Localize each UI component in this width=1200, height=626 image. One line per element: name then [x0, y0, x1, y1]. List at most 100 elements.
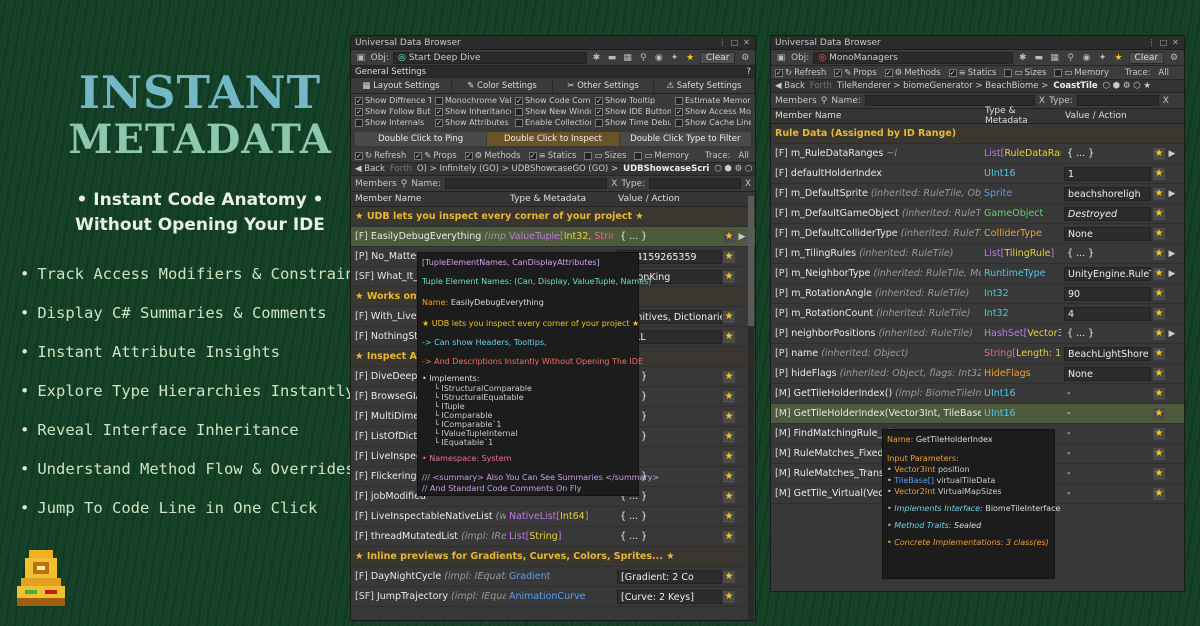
- type-filter-input[interactable]: [1076, 95, 1159, 106]
- favorite-star-icon[interactable]: ★: [1153, 288, 1165, 300]
- favorite-star-icon[interactable]: ★: [1153, 328, 1165, 340]
- checkbox-box[interactable]: [515, 107, 523, 116]
- member-value[interactable]: -: [1064, 467, 1151, 481]
- settings-checkbox[interactable]: ✓Show Access Modif: [675, 107, 751, 116]
- favorite-star-icon[interactable]: ★: [723, 371, 735, 383]
- favorite-star-icon[interactable]: ★: [1153, 388, 1165, 400]
- window-titlebar[interactable]: Universal Data Browser ⋮ □ ✕: [771, 36, 1184, 50]
- member-row[interactable]: [P] hideFlags (inherited: Object, flags:…: [771, 364, 1184, 384]
- favorite-star-icon[interactable]: ★: [723, 271, 735, 283]
- filter-props[interactable]: ✓ ✎ Props: [834, 68, 877, 78]
- breadcrumb-current[interactable]: CoastTile: [1053, 81, 1097, 91]
- gear-icon[interactable]: ✱: [1017, 52, 1029, 64]
- col-member-name[interactable]: Member Name: [351, 194, 506, 204]
- settings-checkbox[interactable]: ✓Show Code Comments: [515, 96, 591, 105]
- filter-methods[interactable]: ✓ ⚙ Methods: [464, 151, 521, 161]
- clear-type-icon[interactable]: X: [745, 179, 751, 189]
- checkbox-box[interactable]: ✓: [414, 151, 423, 160]
- favorite-star-icon[interactable]: ★: [1153, 168, 1165, 180]
- maximize-icon[interactable]: □: [730, 38, 739, 47]
- grid-icon[interactable]: ▦: [622, 52, 634, 64]
- settings-checkbox[interactable]: ✓ Show Diffrence Tr: [355, 96, 431, 105]
- folder-icon[interactable]: ▬: [606, 52, 618, 64]
- checkbox-box[interactable]: [584, 151, 593, 160]
- member-row[interactable]: [SF] JumpTrajectory (impl: IEquatabAnima…: [351, 587, 755, 607]
- settings-checkbox[interactable]: ✓ Show Tooltip: [595, 96, 671, 105]
- checkbox-box[interactable]: ✓: [464, 151, 473, 160]
- double-click-ping-button[interactable]: Double Click to Ping: [355, 132, 487, 146]
- settings-checkbox[interactable]: ✓Show Follow Butto: [355, 107, 431, 116]
- member-value[interactable]: { ... }: [1064, 247, 1151, 261]
- object-field[interactable]: ◎ MonoManagers: [813, 51, 1013, 64]
- favorite-star-icon[interactable]: ★: [1153, 308, 1165, 320]
- favorite-star-icon[interactable]: ★: [723, 491, 735, 503]
- lock-icon[interactable]: ▣: [355, 52, 367, 64]
- back-button[interactable]: ◀ Back: [355, 164, 385, 174]
- help-icon[interactable]: ?: [746, 67, 751, 77]
- checkbox-box[interactable]: [595, 118, 603, 127]
- favorite-star-icon[interactable]: ★: [723, 251, 735, 263]
- favorite-star-icon[interactable]: ★: [723, 571, 735, 583]
- filter-sizes[interactable]: ▭ Sizes: [1004, 68, 1046, 78]
- settings-checkbox[interactable]: Enable Collection Insight: [515, 118, 591, 127]
- favorite-star-icon[interactable]: ★: [1153, 188, 1165, 200]
- filter-statics[interactable]: ✓ ≡ Statics: [528, 151, 576, 161]
- member-row[interactable]: [F] threadMutatedList (impl: IReadOnlLis…: [351, 527, 755, 547]
- member-row[interactable]: [F] m_DefaultGameObject (inherited: Rule…: [771, 204, 1184, 224]
- checkbox-box[interactable]: [1054, 68, 1063, 77]
- settings-icon[interactable]: ⚙: [739, 52, 751, 64]
- member-value[interactable]: [Gradient: 2 Co: [617, 569, 722, 584]
- col-value-action[interactable]: Value / Action: [1061, 111, 1171, 121]
- favorite-star-icon[interactable]: ★: [1153, 348, 1165, 360]
- settings-checkbox[interactable]: Show New Window Butto: [515, 107, 591, 116]
- checkbox-box[interactable]: ✓: [355, 107, 363, 116]
- favorite-star-icon[interactable]: ★: [1153, 268, 1165, 280]
- member-value[interactable]: UnityEngine.RuleTi: [1064, 266, 1151, 281]
- member-value[interactable]: None: [1064, 226, 1151, 241]
- breadcrumb-path[interactable]: TileRenderer > biomeGenerator > BeachBio…: [837, 81, 1048, 91]
- double-click-inspect-button[interactable]: Double Click to Inspect: [487, 132, 619, 146]
- checkbox-box[interactable]: ✓: [834, 68, 843, 77]
- back-button[interactable]: ◀ Back: [775, 81, 805, 91]
- member-row[interactable]: [F] LiveInspectableNativeList (whereNati…: [351, 507, 755, 527]
- member-value[interactable]: { ... }: [617, 530, 722, 544]
- filter-methods[interactable]: ✓ ⚙ Methods: [884, 68, 941, 78]
- member-row[interactable]: [F] m_DefaultSprite (inherited: RuleTile…: [771, 184, 1184, 204]
- checkbox-box[interactable]: [634, 151, 643, 160]
- menu-icon[interactable]: ⋮: [1147, 38, 1156, 47]
- filter-props[interactable]: ✓ ✎ Props: [414, 151, 457, 161]
- member-row[interactable]: [P] m_RotationAngle (inherited: RuleTile…: [771, 284, 1184, 304]
- favorite-star-icon[interactable]: ★: [1153, 408, 1165, 420]
- settings-checkbox[interactable]: ✓ Show IDE Button: [595, 107, 671, 116]
- eye-icon[interactable]: ◉: [1081, 52, 1093, 64]
- col-value-action[interactable]: Value / Action: [614, 194, 734, 204]
- settings-checkbox[interactable]: Estimate Memory U: [675, 96, 751, 105]
- checkbox-box[interactable]: [435, 96, 443, 105]
- favorite-star-icon[interactable]: ★: [1153, 488, 1165, 500]
- expand-arrow-icon[interactable]: ▶: [1167, 149, 1177, 159]
- member-value[interactable]: 90: [1064, 286, 1151, 301]
- menu-icon[interactable]: ⋮: [718, 38, 727, 47]
- forward-button[interactable]: Forth: [390, 164, 412, 174]
- favorite-star-icon[interactable]: ★: [723, 431, 735, 443]
- favorite-star-icon[interactable]: ★: [1153, 428, 1165, 440]
- checkbox-box[interactable]: [675, 96, 683, 105]
- general-settings-header[interactable]: General Settings?: [351, 66, 755, 78]
- member-row[interactable]: [P] name (inherited: Object) String[Lengt…: [771, 344, 1184, 364]
- member-value[interactable]: -: [1064, 427, 1151, 441]
- filter-sizes[interactable]: ▭ Sizes: [584, 151, 626, 161]
- settings-checkbox[interactable]: Show Internals: [355, 118, 431, 127]
- member-row[interactable]: [P] m_NeighborType (inherited: RuleTile,…: [771, 264, 1184, 284]
- settings-checkbox[interactable]: ✓ Show Attributes: [435, 118, 511, 127]
- col-type-metadata[interactable]: Type & Metadata: [981, 106, 1061, 126]
- member-value[interactable]: -: [1064, 447, 1151, 461]
- checkbox-box[interactable]: [1004, 68, 1013, 77]
- gear-icon[interactable]: ✱: [591, 52, 603, 64]
- checkbox-box[interactable]: [515, 118, 523, 127]
- checkbox-box[interactable]: ✓: [675, 107, 683, 116]
- checkbox-box[interactable]: ✓: [355, 151, 363, 160]
- filter-memory[interactable]: ▭ Memory: [634, 151, 689, 161]
- type-filter-input[interactable]: [649, 178, 741, 189]
- checkbox-box[interactable]: ✓: [355, 96, 363, 105]
- grid-icon[interactable]: ▦: [1049, 52, 1061, 64]
